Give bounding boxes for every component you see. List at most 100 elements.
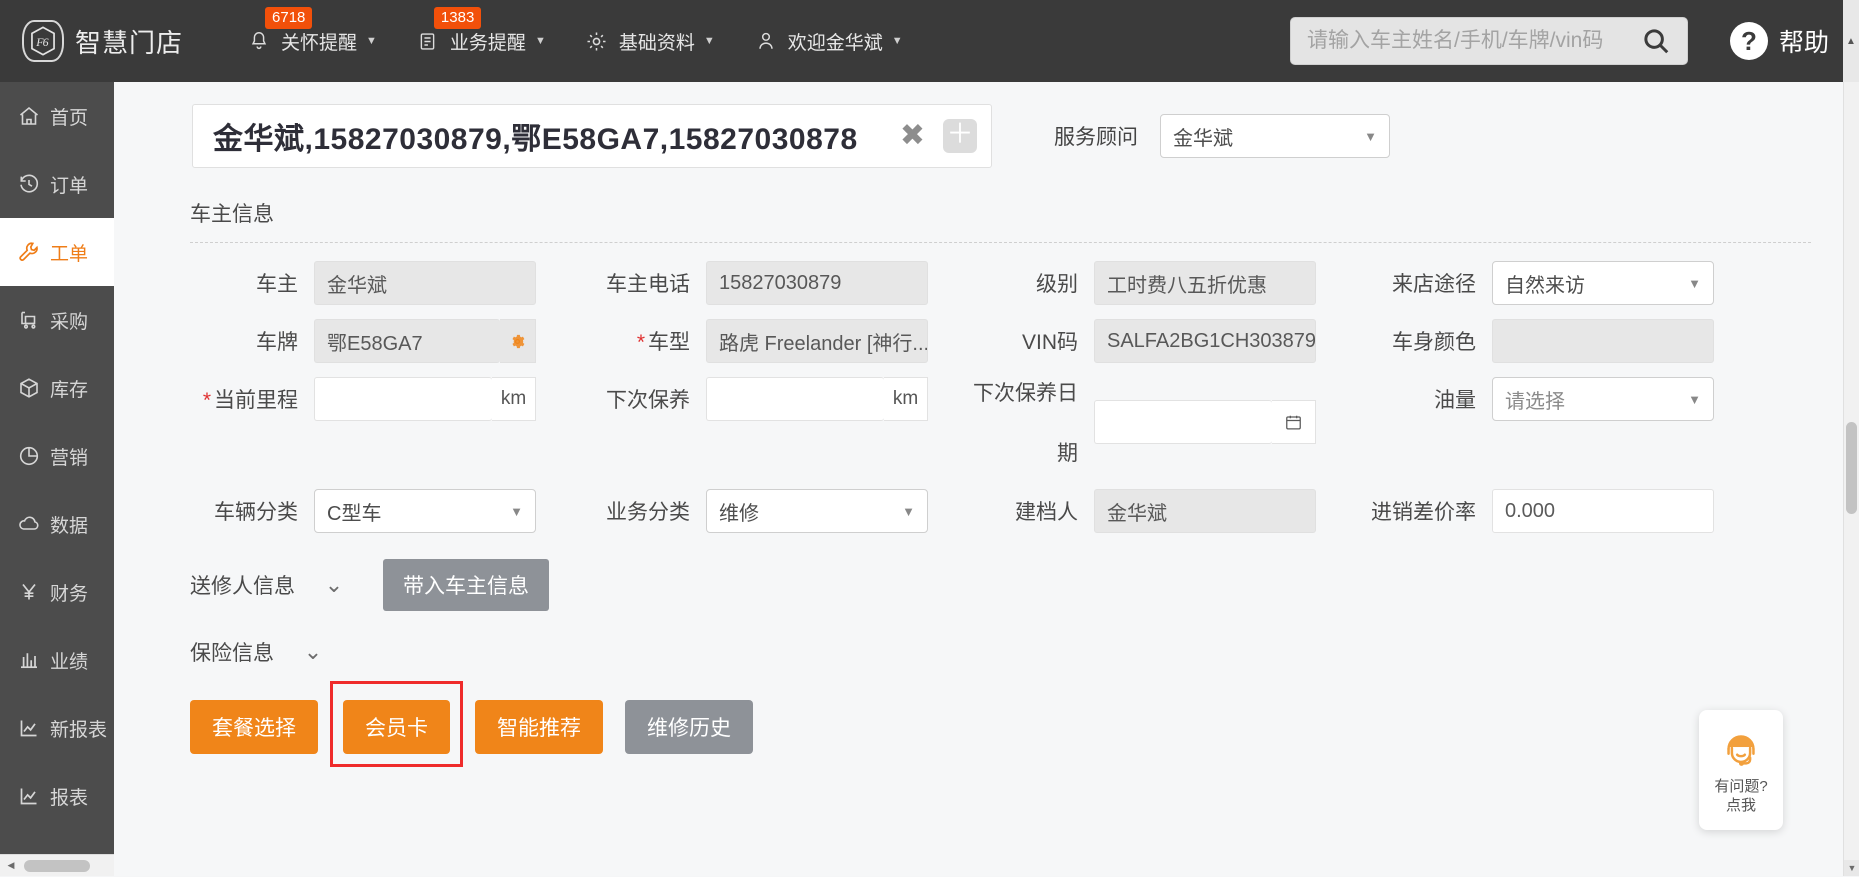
margin-rate-input[interactable]: 0.000 [1492,489,1714,533]
sidebar-item-label: 采购 [50,307,88,334]
form-row-1: 车主 金华斌 车主电话 15827030879 级别 工时费八五折优惠 来店途径 [114,261,1845,305]
service-advisor-select[interactable]: 金华斌 ▼ [1160,114,1390,158]
sidebar-item-orders[interactable]: 订单 [0,150,114,218]
form-row-4: 车辆分类 C型车 ▼ 业务分类 维修 ▼ 建档人 [114,489,1845,533]
chevron-down-icon: ▼ [902,504,915,519]
field-owner-phone: 车主电话 15827030879 [582,261,928,305]
scrollbar-up-arrow[interactable]: ▲ [1843,0,1859,82]
yen-icon [16,579,42,605]
chevron-down-icon[interactable]: ⌄ [300,639,326,665]
form-row-3: *当前里程 km 下次保养 km 下次保养日 期 [114,377,1845,467]
header-right-group: ? 帮助 [1290,17,1841,65]
sidebar-item-report[interactable]: 报表 [0,762,114,830]
chat-widget-text: 有问题? 点我 [1714,777,1767,815]
sidebar-item-home[interactable]: 首页 [0,82,114,150]
field-car-model: *车型 路虎 Freelander [神行... [582,319,928,363]
gear-icon[interactable] [500,319,536,363]
sidebar-item-purchase[interactable]: 采购 [0,286,114,354]
chevron-down-icon: ▼ [535,35,546,47]
sidebar-item-label: 营销 [50,443,88,470]
created-by-input[interactable]: 金华斌 [1094,489,1316,533]
wrench-icon [16,239,42,265]
nav-item-label: 关怀提醒 [281,28,357,55]
nav-item-business-reminder[interactable]: 业务提醒 ▼ 1383 [404,0,557,82]
vin-input[interactable]: SALFA2BG1CH303879 [1094,319,1316,363]
cart-icon [16,307,42,333]
customer-service-chat-widget[interactable]: 有问题? 点我 [1699,710,1783,830]
chevron-down-icon[interactable]: ⌄ [321,572,347,598]
plus-icon[interactable]: ＋ [943,119,977,153]
sidebar-item-label: 财务 [50,579,88,606]
owner-input[interactable]: 金华斌 [314,261,536,305]
plate-input[interactable]: 鄂E58GA7 [314,319,500,363]
level-input[interactable]: 工时费八五折优惠 [1094,261,1316,305]
nav-item-care-reminder[interactable]: 关怀提醒 ▼ 6718 [235,0,388,82]
car-model-input[interactable]: 路虎 Freelander [神行... [706,319,928,363]
import-owner-info-button[interactable]: 带入车主信息 [383,559,549,611]
field-created-by: 建档人 金华斌 [970,489,1316,533]
fuel-level-select[interactable]: 请选择 ▼ [1492,377,1714,421]
customer-search-box[interactable]: 金华斌,15827030879,鄂E58GA7,15827030878 ✖ ＋ [192,104,992,168]
package-select-button[interactable]: 套餐选择 [190,700,318,754]
sidebar-item-data[interactable]: 数据 [0,490,114,558]
user-icon [753,28,779,54]
sidebar-item-label: 数据 [50,511,88,538]
scrollbar-left-arrow[interactable]: ◀ [0,855,22,877]
sidebar-item-work-order[interactable]: 工单 [0,218,114,286]
close-icon[interactable]: ✖ [892,121,933,151]
field-current-mileage: *当前里程 km [190,377,536,421]
customer-bar-row: 金华斌,15827030879,鄂E58GA7,15827030878 ✖ ＋ … [114,82,1845,168]
nav-item-user-menu[interactable]: 欢迎金华斌 ▼ [742,0,914,82]
member-card-button[interactable]: 会员卡 [343,700,450,754]
repair-history-button[interactable]: 维修历史 [625,700,753,754]
field-label: 车主电话 [582,268,706,298]
field-label: 车牌 [190,326,314,356]
left-sidebar: 首页 订单 工单 采购 库存 [0,82,114,876]
field-level: 级别 工时费八五折优惠 [970,261,1316,305]
chevron-down-icon: ▼ [1688,276,1701,291]
body-color-input[interactable] [1492,319,1714,363]
next-service-input[interactable] [706,377,884,421]
collapsible-title: 保险信息 [190,637,274,667]
chevron-down-icon: ▼ [510,504,523,519]
current-mileage-input[interactable] [314,377,492,421]
business-class-select[interactable]: 维修 ▼ [706,489,928,533]
document-icon [415,28,441,54]
sidebar-item-finance[interactable]: 财务 [0,558,114,626]
field-label: 下次保养 [582,384,706,414]
next-service-date-input[interactable] [1094,400,1272,444]
service-advisor-value: 金华斌 [1173,122,1233,151]
horizontal-scrollbar[interactable]: ◀ [0,854,114,876]
bar-chart-icon [16,647,42,673]
scrollbar-thumb[interactable] [1846,422,1857,514]
search-input[interactable] [1291,18,1687,64]
sidebar-item-performance[interactable]: 业绩 [0,626,114,694]
brand[interactable]: F6 智慧门店 [22,0,183,82]
field-label-cont: 期 [970,437,1094,467]
field-margin-rate: 进销差价率 0.000 [1368,489,1714,533]
nav-item-label: 基础资料 [619,28,695,55]
visit-channel-select[interactable]: 自然来访 ▼ [1492,261,1714,305]
nav-item-basic-data[interactable]: 基础资料 ▼ [573,0,726,82]
vertical-scrollbar[interactable]: ▼ [1843,82,1859,876]
global-search[interactable] [1290,17,1688,65]
sidebar-item-marketing[interactable]: 营销 [0,422,114,490]
calendar-icon[interactable] [1272,400,1316,444]
clock-history-icon [16,171,42,197]
field-owner: 车主 金华斌 [190,261,536,305]
owner-phone-input[interactable]: 15827030879 [706,261,928,305]
smart-recommend-button[interactable]: 智能推荐 [475,700,603,754]
vehicle-class-select[interactable]: C型车 ▼ [314,489,536,533]
scrollbar-down-arrow[interactable]: ▼ [1844,860,1859,876]
help-button[interactable]: ? 帮助 [1730,22,1829,60]
gear-icon [584,28,610,54]
next-service-unit: km [884,377,928,421]
action-buttons: 套餐选择 会员卡 智能推荐 维修历史 [114,697,1845,757]
scrollbar-thumb[interactable] [24,860,90,872]
field-vin: VIN码 SALFA2BG1CH303879 [970,319,1316,363]
sidebar-item-inventory[interactable]: 库存 [0,354,114,422]
sidebar-item-new-report[interactable]: 新报表 [0,694,114,762]
f6-logo-icon: F6 [22,20,64,62]
search-icon[interactable] [1641,26,1671,56]
help-label: 帮助 [1779,23,1829,59]
